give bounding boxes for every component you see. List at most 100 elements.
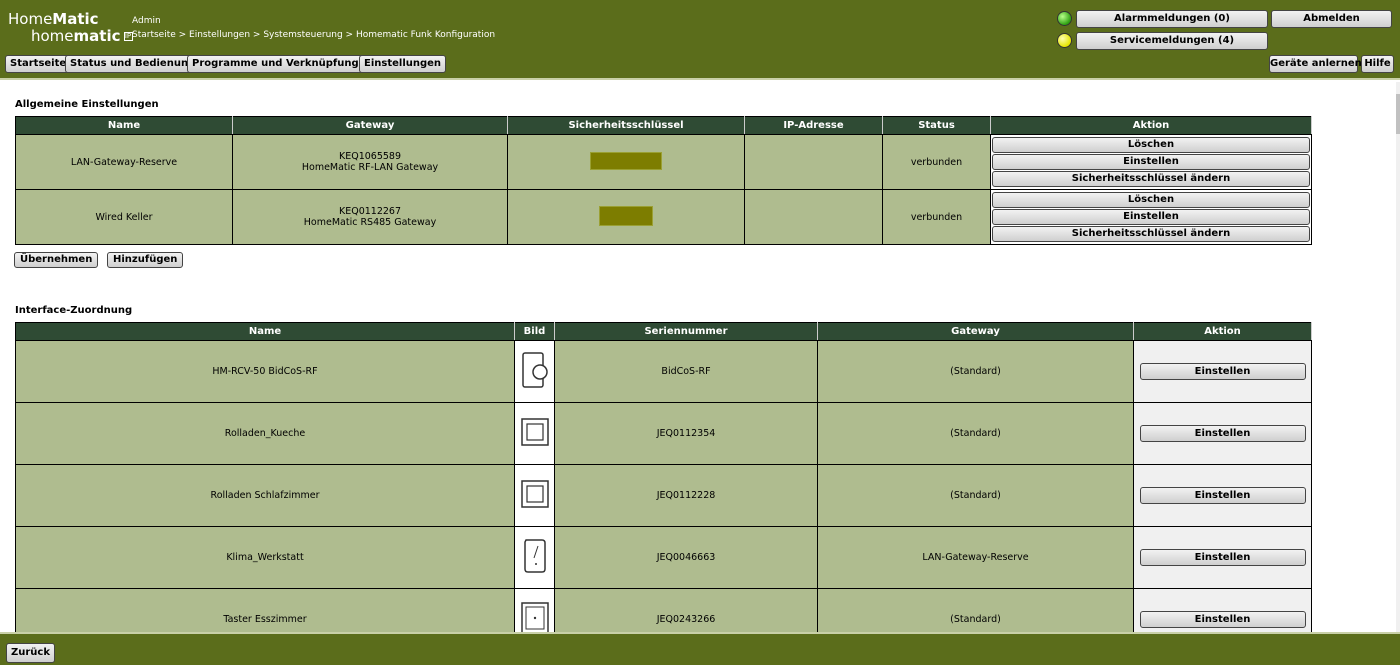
service-messages-button[interactable]: Servicemeldungen (4) [1076,32,1268,50]
col-ip-address: IP-Adresse [744,116,883,135]
col-action: Aktion [1133,322,1312,341]
push-button-icon [520,602,549,632]
help-button[interactable]: Hilfe [1361,55,1394,73]
assigned-gateway: (Standard) [817,464,1134,527]
table-row: Rolladen Schlafzimmer JEQ0112228 (Standa… [15,464,1312,527]
change-key-button[interactable]: Sicherheitsschlüssel ändern [992,171,1310,187]
action-cell: Einstellen [1133,526,1312,589]
settings-button[interactable]: Einstellen [1139,487,1306,504]
ip-address [744,189,883,245]
general-settings-title: Allgemeine Einstellungen [15,99,159,110]
logged-in-user: Admin [132,16,161,26]
table-row: Klima_Werkstatt JEQ0046663 LAN-Gateway-R… [15,526,1312,589]
serial-number: BidCoS-RF [554,340,818,403]
settings-button[interactable]: Einstellen [1139,363,1306,380]
col-serial: Seriennummer [554,322,818,341]
gateway-status: verbunden [882,189,991,245]
security-key-cell [507,189,745,245]
col-gateway: Gateway [817,322,1134,341]
gateway-status: verbunden [882,134,991,190]
alarm-status-led-icon [1057,11,1072,26]
serial-number: JEQ0112354 [554,402,818,465]
col-action: Aktion [990,116,1312,135]
settings-button[interactable]: Einstellen [1139,611,1306,628]
device-image-cell [514,402,555,465]
alarm-messages-button[interactable]: Alarmmeldungen (0) [1076,10,1268,28]
table-row: Rolladen_Kueche JEQ0112354 (Standard) Ei… [15,402,1312,465]
change-key-button[interactable]: Sicherheitsschlüssel ändern [992,226,1310,242]
device-image-cell [514,340,555,403]
gateway-serial: KEQ0112267 [338,206,402,217]
gateway-table: Name Gateway Sicherheitsschlüssel IP-Adr… [15,116,1312,245]
col-gateway: Gateway [232,116,508,135]
col-image: Bild [514,322,555,341]
assigned-gateway: (Standard) [817,588,1134,632]
assigned-gateway: LAN-Gateway-Reserve [817,526,1134,589]
device-name: Rolladen Schlafzimmer [15,464,515,527]
header-bar: HomeMatic homematic IP Admin Startseite >… [0,0,1400,80]
device-image-cell [514,588,555,632]
device-name: HM-RCV-50 BidCoS-RF [15,340,515,403]
gateway-type: HomeMatic RS485 Gateway [303,217,437,228]
assigned-gateway: (Standard) [817,402,1134,465]
table-row: HM-RCV-50 BidCoS-RF BidCoS-RF (Standard)… [15,340,1312,403]
climate-sensor-icon [523,539,546,573]
add-button[interactable]: Hinzufügen [107,252,184,268]
settings-button[interactable]: Einstellen [1139,425,1306,442]
settings-button[interactable]: Einstellen [992,154,1310,170]
footer-bar: Zurück [0,632,1400,665]
apply-button[interactable]: Übernehmen [14,252,99,268]
flush-switch-icon [520,480,549,508]
gateway-table-header: Name Gateway Sicherheitsschlüssel IP-Adr… [15,116,1312,135]
col-name: Name [15,116,233,135]
device-name: Taster Esszimmer [15,588,515,632]
gateway-name: Wired Keller [15,189,233,245]
action-cell: Einstellen [1133,464,1312,527]
action-cell: Einstellen [1133,402,1312,465]
gateway-info: KEQ0112267 HomeMatic RS485 Gateway [232,189,508,245]
serial-number: JEQ0046663 [554,526,818,589]
nav-einstellungen-button[interactable]: Einstellungen [359,55,447,73]
service-status-led-icon [1057,33,1072,48]
back-button[interactable]: Zurück [6,643,55,663]
redacted-key [599,205,653,226]
col-security-key: Sicherheitsschlüssel [507,116,745,135]
content-area: Allgemeine Einstellungen Name Gateway Si… [0,82,1396,632]
breadcrumb: Startseite > Einstellungen > Systemsteue… [132,30,496,40]
device-image-cell [514,526,555,589]
interface-table-header: Name Bild Seriennummer Gateway Aktion [15,322,1312,341]
gateway-serial: KEQ1065589 [338,151,402,162]
col-name: Name [15,322,515,341]
scrollbar-thumb[interactable] [1396,94,1400,134]
action-cell: Einstellen [1133,588,1312,632]
delete-button[interactable]: Löschen [992,192,1310,208]
delete-button[interactable]: Löschen [992,137,1310,153]
action-cell: Löschen Einstellen Sicherheitsschlüssel … [990,189,1312,245]
action-cell: Löschen Einstellen Sicherheitsschlüssel … [990,134,1312,190]
security-key-cell [507,134,745,190]
col-status: Status [882,116,991,135]
table-row: LAN-Gateway-Reserve KEQ1065589 HomeMatic … [15,134,1312,190]
device-image-cell [514,464,555,527]
device-name: Klima_Werkstatt [15,526,515,589]
table-row: Wired Keller KEQ0112267 HomeMatic RS485 G… [15,189,1312,245]
interface-assignment-title: Interface-Zuordnung [15,305,133,316]
vertical-scrollbar[interactable] [1396,82,1400,632]
nav-programme-button[interactable]: Programme und Verknüpfungen [187,55,378,73]
table-row: Taster Esszimmer JEQ0243266 (Standard) E… [15,588,1312,632]
flush-switch-icon [520,418,549,446]
serial-number: JEQ0243266 [554,588,818,632]
nav-startseite-button[interactable]: Startseite [5,55,72,73]
gateway-info: KEQ1065589 HomeMatic RF-LAN Gateway [232,134,508,190]
redacted-key [590,151,662,170]
settings-button[interactable]: Einstellen [992,209,1310,225]
interface-table: Name Bild Seriennummer Gateway Aktion HM… [15,322,1312,632]
ip-address [744,134,883,190]
gateway-type: HomeMatic RF-LAN Gateway [301,162,439,173]
settings-button[interactable]: Einstellen [1139,549,1306,566]
teach-devices-button[interactable]: Geräte anlernen [1269,55,1362,73]
nav-status-button[interactable]: Status und Bedienung [65,55,201,73]
logout-button[interactable]: Abmelden [1271,10,1392,28]
homematic-logo: HomeMatic homematic IP [8,10,133,45]
gateway-name: LAN-Gateway-Reserve [15,134,233,190]
